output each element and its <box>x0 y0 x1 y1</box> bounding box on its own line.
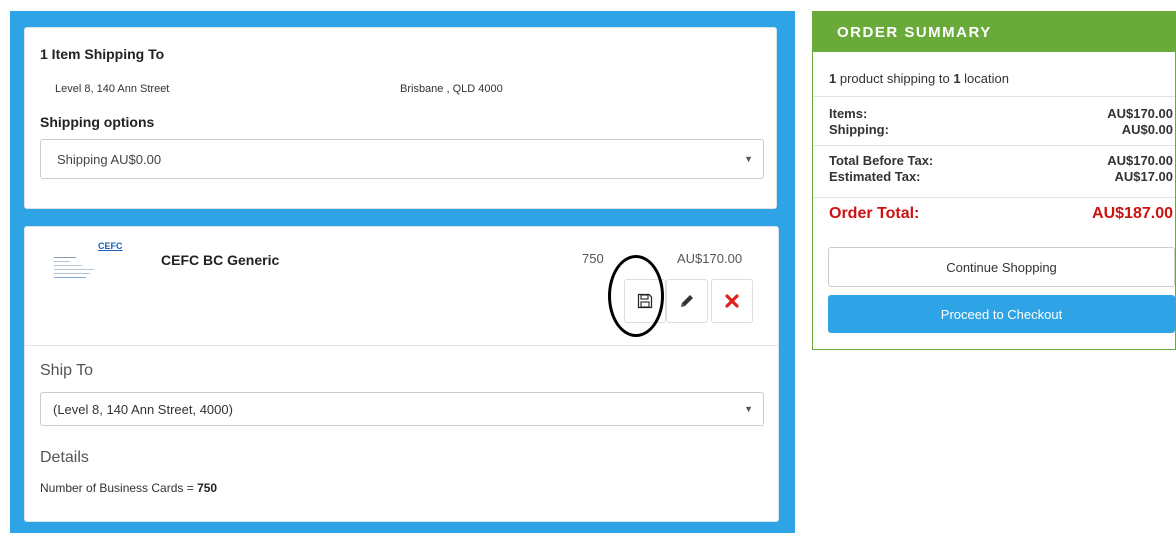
order-total-value: AU$187.00 <box>1092 205 1173 222</box>
before-tax-value: AU$170.00 <box>1107 153 1173 168</box>
delete-button[interactable] <box>711 279 753 323</box>
before-tax-row: Total Before Tax: AU$170.00 <box>829 153 1173 168</box>
red-x-icon <box>725 294 739 308</box>
estimated-tax-row: Estimated Tax: AU$17.00 <box>829 169 1173 184</box>
product-name[interactable]: CEFC BC Generic <box>161 252 279 268</box>
shipping-label: Shipping: <box>829 122 889 137</box>
caret-down-icon: ▼ <box>744 404 753 414</box>
shipping-options-label: Shipping options <box>40 114 155 130</box>
items-label: Items: <box>829 106 868 121</box>
shipping-value: AU$0.00 <box>1121 122 1173 137</box>
thumbnail-line <box>54 273 90 274</box>
divider <box>813 145 1175 146</box>
summary-text-mid: product shipping to <box>836 71 954 86</box>
product-thumbnail[interactable]: CEFC <box>52 241 123 283</box>
thumbnail-logo: CEFC <box>98 241 123 251</box>
divider <box>813 197 1175 198</box>
thumbnail-line <box>54 277 86 278</box>
shipping-summary-line: 1 product shipping to 1 location <box>829 71 1009 86</box>
details-label: Details <box>40 449 89 466</box>
caret-down-icon: ▼ <box>744 154 753 164</box>
shipping-row: Shipping: AU$0.00 <box>829 122 1173 137</box>
shipping-options-select[interactable]: Shipping AU$0.00 ▼ <box>40 139 764 179</box>
order-total-row: Order Total: AU$187.00 <box>829 205 1173 223</box>
continue-shopping-button[interactable]: Continue Shopping <box>828 247 1175 287</box>
location-count: 1 <box>953 71 961 86</box>
pencil-icon <box>681 295 693 307</box>
divider <box>25 345 778 346</box>
product-price: AU$170.00 <box>677 251 743 266</box>
summary-text-end: location <box>960 71 1009 86</box>
details-value: 750 <box>197 481 218 495</box>
before-tax-label: Total Before Tax: <box>829 153 934 168</box>
shipping-options-value: Shipping AU$0.00 <box>57 151 162 167</box>
proceed-to-checkout-button[interactable]: Proceed to Checkout <box>828 295 1175 333</box>
thumbnail-line <box>54 269 94 270</box>
order-summary: ORDER SUMMARY 1 product shipping to 1 lo… <box>812 11 1176 350</box>
order-summary-title: ORDER SUMMARY <box>813 12 1175 52</box>
product-quantity: 750 <box>582 251 604 266</box>
thumbnail-line <box>54 261 70 262</box>
thumbnail-line <box>54 265 82 266</box>
shipping-heading: 1 Item Shipping To <box>40 46 165 62</box>
divider <box>813 96 1175 97</box>
thumbnail-line <box>54 257 76 258</box>
cart-item-card: CEFC CEFC BC Generic 750 AU$170.00 Ship … <box>24 226 779 522</box>
address-city: Brisbane , QLD 4000 <box>400 83 503 95</box>
estimated-tax-value: AU$17.00 <box>1114 169 1173 184</box>
estimated-tax-label: Estimated Tax: <box>829 169 921 184</box>
address-street: Level 8, 140 Ann Street <box>55 83 170 95</box>
items-value: AU$170.00 <box>1107 106 1173 121</box>
details-description: Number of Business Cards = <box>40 481 198 495</box>
ship-to-select[interactable]: (Level 8, 140 Ann Street, 4000) ▼ <box>40 392 764 426</box>
order-total-label: Order Total: <box>829 205 920 222</box>
annotation-circle <box>608 255 664 337</box>
ship-to-value: (Level 8, 140 Ann Street, 4000) <box>53 401 233 417</box>
shipping-card: 1 Item Shipping To Level 8, 140 Ann Stre… <box>24 27 777 209</box>
edit-button[interactable] <box>666 279 708 323</box>
cart-panel: 1 Item Shipping To Level 8, 140 Ann Stre… <box>10 11 795 533</box>
ship-to-label: Ship To <box>40 362 94 379</box>
items-row: Items: AU$170.00 <box>829 106 1173 121</box>
details-text: Number of Business Cards = 750 <box>40 481 217 495</box>
